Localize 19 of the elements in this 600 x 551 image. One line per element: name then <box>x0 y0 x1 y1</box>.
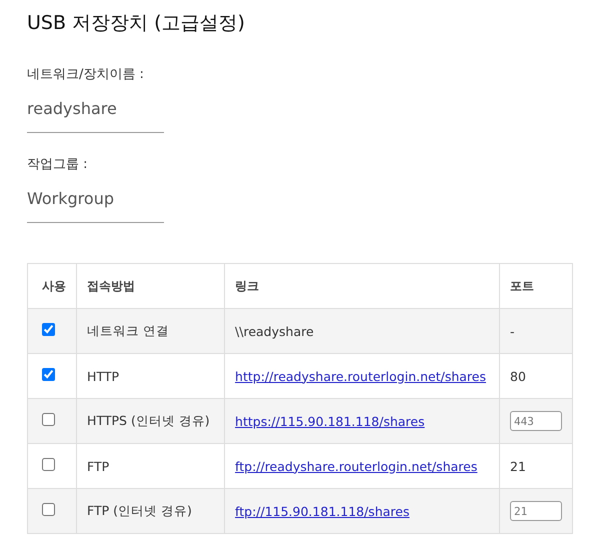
checkbox[interactable] <box>42 323 55 336</box>
port-field[interactable]: 21 <box>510 501 562 521</box>
table-cell: 네트워크 연결 <box>76 308 225 354</box>
table-cell: - <box>500 308 572 354</box>
page-title: USB 저장장치 (고급설정) <box>27 11 246 36</box>
column-header: 사용 <box>28 264 77 308</box>
port-field[interactable]: 443 <box>510 411 562 431</box>
field-label: 작업그룹 : <box>27 156 88 173</box>
checkbox[interactable] <box>42 503 55 516</box>
input-field[interactable]: readyshare <box>27 91 164 133</box>
field-label: 네트워크/장치이름 : <box>27 66 144 83</box>
table-cell: HTTPS (인터넷 경유) <box>76 398 225 444</box>
table-cell: \\readyshare <box>224 308 500 354</box>
column-header: 링크 <box>224 264 500 308</box>
table-cell: FTP (인터넷 경유) <box>76 488 225 534</box>
checkbox[interactable] <box>42 458 55 471</box>
input-field[interactable]: Workgroup <box>27 181 164 223</box>
checkbox[interactable] <box>42 413 55 426</box>
checkbox[interactable] <box>42 368 55 381</box>
